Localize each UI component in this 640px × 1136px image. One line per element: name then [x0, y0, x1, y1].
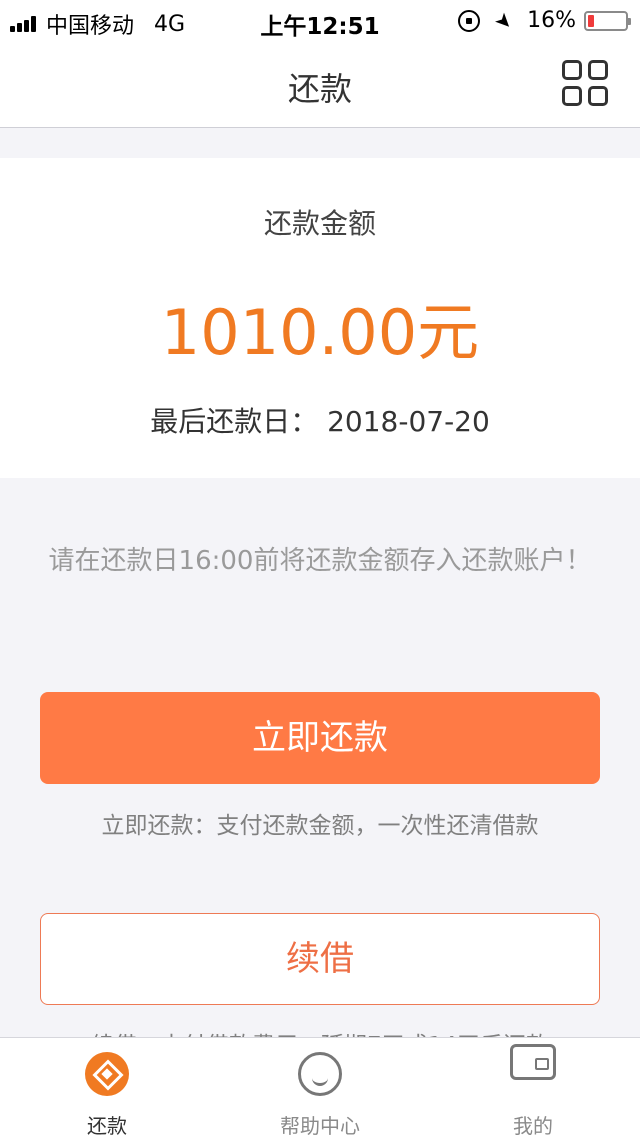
- tab-label: 还款: [87, 1114, 127, 1136]
- tab-mine[interactable]: 我的: [426, 1038, 640, 1136]
- status-right: ➤ 16%: [458, 6, 631, 35]
- location-icon: ➤: [490, 6, 520, 35]
- nav-bar: 还款: [0, 40, 640, 128]
- wallet-icon: [510, 1044, 556, 1080]
- amount-label: 还款金额: [263, 207, 376, 240]
- tab-label: 我的: [513, 1114, 553, 1136]
- page-title: 还款: [287, 70, 352, 108]
- battery-fill: [588, 14, 594, 27]
- repay-now-description: 立即还款：支付还款金额，一次性还清借款: [101, 813, 539, 839]
- repayment-notice: 请在还款日16:00前将还款金额存入还款账户！: [48, 546, 592, 576]
- grid-menu-icon[interactable]: [562, 60, 608, 106]
- rotation-lock-icon: [458, 9, 481, 32]
- tab-label: 帮助中心: [280, 1114, 360, 1136]
- renew-button[interactable]: 续借: [40, 913, 600, 1005]
- tab-help-center[interactable]: 帮助中心: [213, 1038, 427, 1136]
- amount-value: 1010.00元: [160, 296, 480, 369]
- repay-now-button[interactable]: 立即还款: [40, 692, 600, 784]
- amount-card: 还款金额 1010.00元 最后还款日： 2018-07-20: [0, 158, 640, 478]
- due-date: 最后还款日： 2018-07-20: [150, 405, 490, 438]
- help-center-icon: [298, 1052, 342, 1096]
- repay-icon: [85, 1052, 129, 1096]
- battery-icon: [584, 10, 631, 31]
- tab-bar: 还款 帮助中心 我的: [0, 1037, 640, 1136]
- status-bar: 中国移动 4G 上午12:51 ➤ 16%: [0, 0, 640, 40]
- tab-repay[interactable]: 还款: [0, 1038, 214, 1136]
- battery-percent: 16%: [527, 8, 576, 33]
